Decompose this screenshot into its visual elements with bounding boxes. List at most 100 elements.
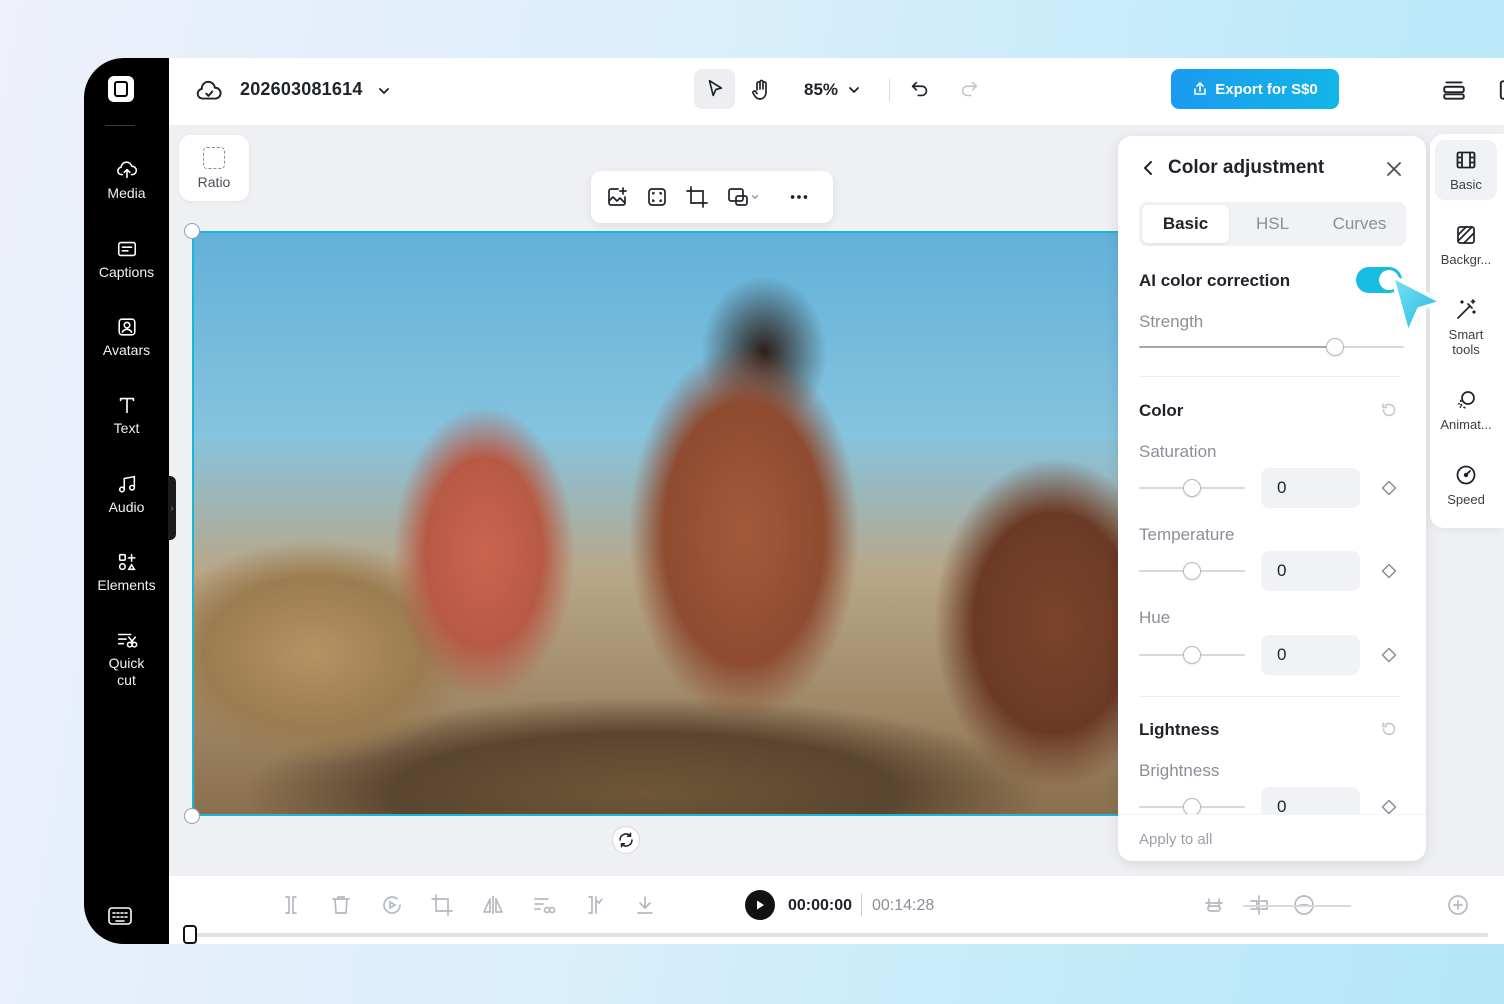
app-logo[interactable] xyxy=(108,76,134,102)
temperature-slider[interactable] xyxy=(1139,562,1245,580)
sidebar-item-elements[interactable]: Elements xyxy=(84,551,169,594)
redo-icon[interactable] xyxy=(958,78,980,100)
apply-to-all-button[interactable]: Apply to all xyxy=(1139,831,1212,848)
crop-button[interactable] xyxy=(683,183,711,211)
rail-item-label: Animat... xyxy=(1440,417,1492,432)
sidebar-item-audio[interactable]: Audio xyxy=(84,473,169,516)
delete-icon[interactable] xyxy=(329,893,353,917)
sidebar-item-label: Elements xyxy=(97,577,156,593)
timeline-zoom-slider[interactable] xyxy=(1243,905,1351,907)
replay-icon[interactable] xyxy=(380,893,404,917)
chevron-down-icon xyxy=(751,195,759,200)
background-icon xyxy=(1457,226,1475,244)
rail-item-animation[interactable]: Animat... xyxy=(1435,380,1497,440)
rail-item-basic[interactable]: Basic xyxy=(1435,140,1497,200)
video-preview-image[interactable] xyxy=(192,231,1122,816)
zoom-level[interactable]: 85% xyxy=(804,80,838,100)
keyframe-diamond-icon[interactable] xyxy=(1381,563,1397,579)
play-button[interactable] xyxy=(745,890,775,920)
music-note-icon xyxy=(118,475,135,493)
reset-icon[interactable] xyxy=(1380,401,1398,419)
chevron-down-icon[interactable] xyxy=(846,82,862,98)
undo-icon[interactable] xyxy=(909,78,931,100)
more-icon xyxy=(790,195,808,199)
quick-cut-icon xyxy=(117,633,137,648)
film-icon xyxy=(1456,151,1476,169)
ratio-button[interactable]: Ratio xyxy=(179,135,249,201)
rotate-icon xyxy=(619,832,633,848)
sidebar-item-label: Text xyxy=(113,420,140,436)
slider-thumb[interactable] xyxy=(1183,562,1201,580)
slider-thumb[interactable] xyxy=(1183,646,1201,664)
strength-label: Strength xyxy=(1139,312,1204,331)
section-divider xyxy=(1139,696,1401,697)
rail-item-label: Backgr... xyxy=(1440,252,1492,267)
sidebar-item-avatars[interactable]: Avatars xyxy=(84,316,169,359)
back-icon[interactable] xyxy=(1140,159,1158,177)
export-button[interactable]: Export for S$0 xyxy=(1171,69,1339,109)
trim-icon[interactable] xyxy=(582,893,606,917)
resize-handle[interactable] xyxy=(184,808,200,824)
sidebar-item-text[interactable]: Text xyxy=(84,394,169,437)
hue-input[interactable]: 0 xyxy=(1261,635,1360,675)
rail-item-background[interactable]: Backgr... xyxy=(1435,215,1497,275)
hand-tool-icon[interactable] xyxy=(749,78,773,102)
timeline-scrubber[interactable] xyxy=(193,933,1488,937)
ratio-icon xyxy=(203,146,225,169)
sidebar-item-media[interactable]: Media xyxy=(84,159,169,202)
tab-hsl[interactable]: HSL xyxy=(1229,205,1316,243)
flip-icon[interactable] xyxy=(481,893,505,917)
reset-icon[interactable] xyxy=(1380,720,1398,738)
keyframe-diamond-icon[interactable] xyxy=(1381,647,1397,663)
color-adjustment-panel: Color adjustment Basic HSL Curves AI col… xyxy=(1118,136,1426,861)
current-time: 00:00:00 xyxy=(788,897,853,914)
slider-thumb[interactable] xyxy=(1183,479,1201,497)
animation-icon xyxy=(1458,391,1475,409)
split-view-icon[interactable] xyxy=(1497,77,1504,103)
crop-icon xyxy=(686,186,708,208)
app-window: Media Captions Avatars Text Audio Elemen… xyxy=(84,58,1504,944)
ratio-label: Ratio xyxy=(197,173,231,190)
download-icon[interactable] xyxy=(633,893,657,917)
cloud-sync-icon[interactable] xyxy=(196,78,222,104)
transition-button[interactable] xyxy=(723,183,763,211)
select-tool-button[interactable] xyxy=(694,69,735,109)
project-title[interactable]: 202603081614 xyxy=(240,79,363,100)
temperature-input[interactable]: 0 xyxy=(1261,551,1360,591)
rail-item-speed[interactable]: Speed xyxy=(1435,455,1497,515)
brightness-slider[interactable] xyxy=(1139,798,1245,816)
slider-thumb[interactable] xyxy=(1326,338,1345,356)
crop-icon[interactable] xyxy=(430,893,454,917)
export-icon xyxy=(1194,82,1207,95)
export-label: Export for S$0 xyxy=(1215,80,1318,98)
tab-curves[interactable]: Curves xyxy=(1316,205,1403,243)
keyframe-diamond-icon[interactable] xyxy=(1381,799,1397,815)
more-options-button[interactable] xyxy=(785,183,813,211)
keyframe-diamond-icon[interactable] xyxy=(1381,480,1397,496)
close-icon[interactable] xyxy=(1384,159,1404,179)
speed-icon xyxy=(1456,465,1476,485)
playhead[interactable] xyxy=(183,925,197,944)
magnet-icon[interactable] xyxy=(1202,893,1226,917)
strength-slider[interactable] xyxy=(1139,338,1404,356)
text-icon xyxy=(119,397,134,414)
split-icon[interactable] xyxy=(279,893,303,917)
saturation-input[interactable]: 0 xyxy=(1261,468,1360,508)
rotate-handle[interactable] xyxy=(612,826,640,854)
panel-footer: Apply to all xyxy=(1118,814,1426,861)
zoom-in-icon[interactable] xyxy=(1446,893,1470,917)
sidebar-item-quick-cut[interactable]: Quick cut xyxy=(84,629,169,689)
layers-icon[interactable] xyxy=(1441,77,1467,103)
saturation-slider[interactable] xyxy=(1139,479,1245,497)
keyboard-icon[interactable] xyxy=(108,906,132,926)
replace-image-button[interactable] xyxy=(603,183,631,211)
focus-frame-icon xyxy=(648,188,666,206)
remove-background-button[interactable] xyxy=(643,183,671,211)
cloud-upload-icon xyxy=(116,161,137,179)
quick-cut-icon[interactable] xyxy=(532,893,556,917)
sidebar-item-captions[interactable]: Captions xyxy=(84,238,169,281)
resize-handle[interactable] xyxy=(184,223,200,239)
tab-basic[interactable]: Basic xyxy=(1142,205,1229,243)
hue-slider[interactable] xyxy=(1139,646,1245,664)
chevron-down-icon[interactable] xyxy=(376,83,392,99)
